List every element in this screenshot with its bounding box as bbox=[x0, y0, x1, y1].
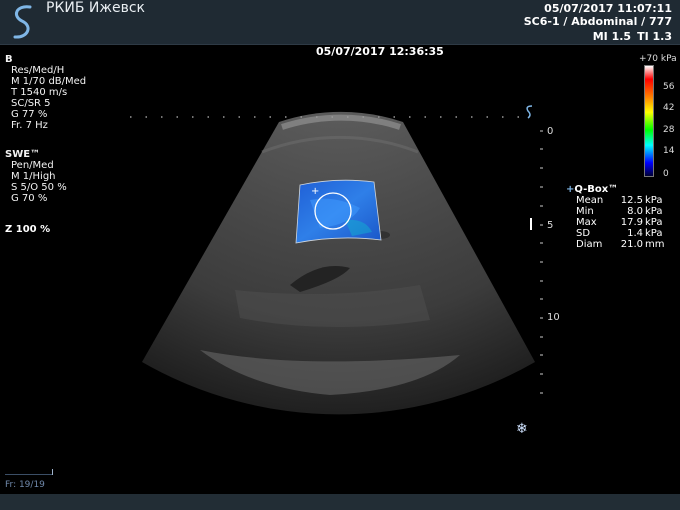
s-orientation-icon bbox=[526, 105, 533, 119]
qbox-stat-row: Max 17.9 kPa bbox=[566, 217, 666, 228]
qbox-stat-row: Mean 12.5 kPa bbox=[566, 195, 666, 206]
qbox-stat-row: Diam 21.0 mm bbox=[566, 239, 666, 250]
depth-label-5: 5 bbox=[547, 220, 554, 231]
colorbar-max-label: +70 kPa bbox=[639, 54, 677, 64]
stat-unit: kPa bbox=[645, 217, 663, 228]
ultrasound-image: + bbox=[130, 105, 543, 415]
stat-name: Min bbox=[576, 206, 594, 217]
frame-counter: Fr: 19/19 bbox=[5, 480, 45, 490]
depth-label-10: 10 bbox=[547, 312, 560, 323]
qbox-title: +Q-Box™ bbox=[566, 184, 619, 195]
stat-name: Mean bbox=[576, 195, 604, 206]
snowflake-icon[interactable]: ❄ bbox=[516, 421, 528, 437]
cine-bar[interactable] bbox=[5, 474, 53, 475]
stat-name: Diam bbox=[576, 239, 603, 250]
qbox-stat-row: Min 8.0 kPa bbox=[566, 206, 666, 217]
stat-value: 12.5 bbox=[620, 195, 643, 206]
elasticity-colorbar bbox=[644, 65, 654, 177]
stat-name: SD bbox=[576, 228, 591, 239]
depth-label-0: 0 bbox=[547, 126, 554, 137]
stat-unit: kPa bbox=[645, 195, 663, 206]
stat-unit: mm bbox=[645, 239, 665, 250]
qbox-stat-row: SD 1.4 kPa bbox=[566, 228, 666, 239]
colorbar-tick: 56 bbox=[663, 82, 675, 92]
stat-value: 21.0 bbox=[620, 239, 643, 250]
stat-value: 8.0 bbox=[627, 206, 643, 217]
colorbar-tick: 14 bbox=[663, 146, 675, 156]
depth-scale bbox=[530, 130, 543, 394]
plus-icon: + bbox=[311, 186, 319, 197]
stat-unit: kPa bbox=[645, 206, 663, 217]
qbox-panel: +Q-Box™ Mean 12.5 kPa Min 8.0 kPa Max 17… bbox=[566, 184, 666, 250]
bottom-bar bbox=[0, 494, 680, 510]
colorbar-tick: 0 bbox=[663, 169, 669, 179]
cine-marker[interactable] bbox=[52, 469, 53, 475]
colorbar-tick: 28 bbox=[663, 125, 675, 135]
colorbar-tick: 42 bbox=[663, 103, 675, 113]
stat-unit: kPa bbox=[645, 228, 663, 239]
stat-name: Max bbox=[576, 217, 597, 228]
stat-value: 1.4 bbox=[627, 228, 643, 239]
stat-value: 17.9 bbox=[620, 217, 643, 228]
